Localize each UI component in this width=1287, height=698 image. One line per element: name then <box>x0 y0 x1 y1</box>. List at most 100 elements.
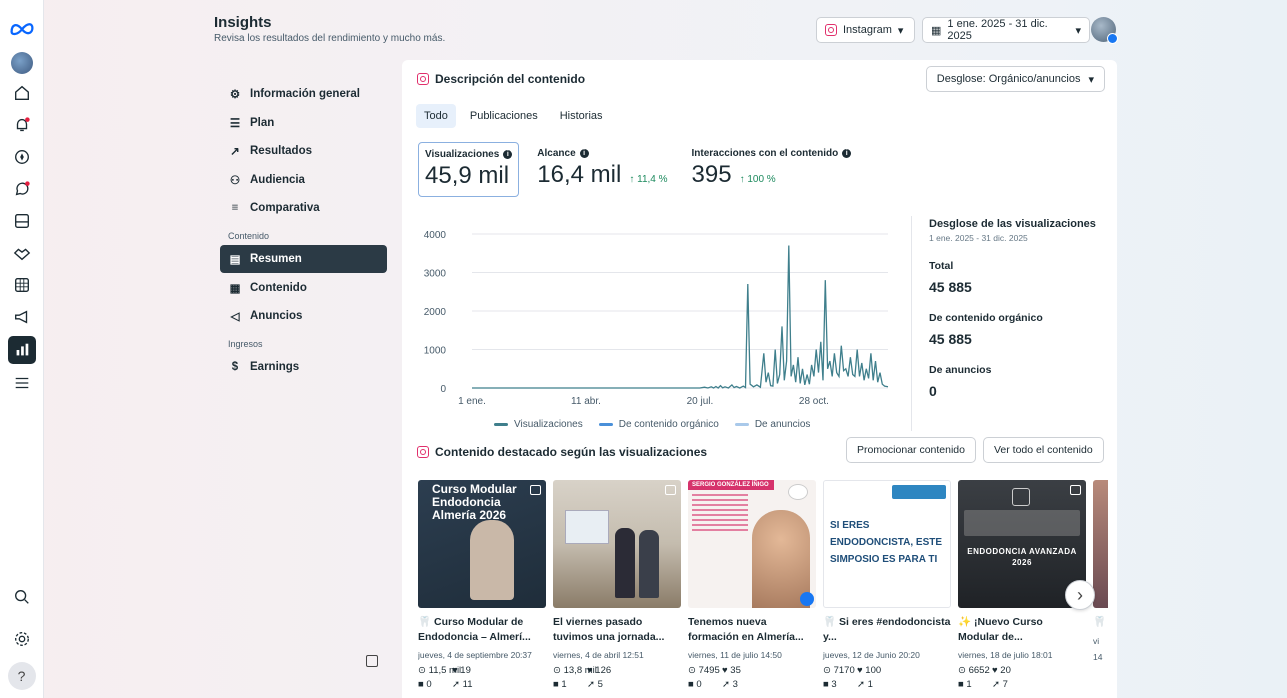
metric-value: 45,9 mil <box>425 162 510 189</box>
post-card[interactable]: SI ERES ENDODONCISTA, ESTE SIMPOSIO ES P… <box>823 480 951 690</box>
nav-item-results[interactable]: ↗ Resultados <box>220 137 387 165</box>
user-avatar[interactable] <box>1091 17 1118 44</box>
next-posts-button[interactable]: › <box>1065 580 1095 610</box>
trend-icon: ↗ <box>230 146 240 159</box>
post-thumbnail[interactable]: SI ERES ENDODONCISTA, ESTE SIMPOSIO ES P… <box>823 480 951 608</box>
metric-views[interactable]: Visualizaciones i 45,9 mil <box>418 142 520 197</box>
collapse-sidebar-icon[interactable] <box>366 655 378 667</box>
x-tick-label: 20 jul. <box>687 396 714 407</box>
post-card[interactable]: Curso Modular Endodoncia Almería 2026 🦷 … <box>418 480 546 690</box>
metric-interactions[interactable]: Interacciones con el contenido i 395 ↑ 100… <box>686 142 858 197</box>
y-tick-label: 2000 <box>424 307 447 318</box>
organic-value: 45 885 <box>929 331 972 347</box>
person-image <box>470 520 514 600</box>
legend-item[interactable]: De contenido orgánico <box>598 419 719 430</box>
nav-item-content[interactable]: ▦ Contenido <box>220 274 387 302</box>
likes-stat: ♥ 100 <box>857 665 882 677</box>
info-icon[interactable]: i <box>503 150 513 159</box>
info-icon[interactable]: i <box>579 149 589 158</box>
handshake-icon[interactable] <box>9 240 35 266</box>
table-icon[interactable] <box>9 272 35 298</box>
nav-item-plan[interactable]: ☰ Plan <box>220 109 387 137</box>
nav-label: Earnings <box>250 360 300 373</box>
facebook-icon <box>800 592 814 606</box>
featured-posts: Curso Modular Endodoncia Almería 2026 🦷 … <box>418 480 1108 698</box>
nav-item-ads[interactable]: ◁ Anuncios <box>220 302 387 330</box>
date-range-select[interactable]: ▦ 1 ene. 2025 - 31 dic. 2025 ▾ <box>922 17 1090 43</box>
platform-label: Instagram <box>843 24 892 36</box>
likes-stat: ♥ 126 <box>587 665 612 677</box>
info-icon[interactable]: i <box>842 149 852 158</box>
platform-select[interactable]: Instagram ▾ <box>816 17 915 43</box>
divider <box>911 216 912 431</box>
megaphone-icon[interactable] <box>9 304 35 330</box>
post-thumbnail[interactable]: SERGIO GONZÁLEZ ÍÑIGO <box>688 480 816 608</box>
section-title: Descripción del contenido <box>417 72 585 86</box>
comments-stat: ■ 0 <box>418 679 432 691</box>
messages-icon[interactable] <box>9 176 35 202</box>
likes-value: 19 <box>460 665 471 677</box>
post-stats: ⊙ 13,8 mil ♥ 126 ■ 1 ➚ 5 <box>553 665 681 690</box>
post-thumbnail[interactable] <box>553 480 681 608</box>
tab-all[interactable]: Todo <box>416 104 456 128</box>
post-card[interactable]: SERGIO GONZÁLEZ ÍÑIGO Tenemos nueva form… <box>688 480 816 690</box>
breakdown-label: Desglose: Orgánico/anuncios <box>936 73 1081 85</box>
post-thumbnail[interactable] <box>1093 480 1108 608</box>
legend-item[interactable]: De anuncios <box>734 419 810 430</box>
post-date: viernes, 4 de abril 12:51 <box>553 650 644 661</box>
grid-icon: ▦ <box>229 282 241 295</box>
network-icon: ⚙ <box>229 89 241 101</box>
shares-stat: ➚ 7 <box>992 679 1008 691</box>
shares-stat: ➚ 11 <box>452 679 473 691</box>
post-thumbnail[interactable]: Curso Modular Endodoncia Almería 2026 <box>418 480 546 608</box>
nav-section-content: Contenido <box>228 230 270 241</box>
logo-image <box>1012 488 1030 506</box>
total-value: 45 885 <box>929 279 972 295</box>
chevron-down-icon: ▾ <box>1088 73 1094 86</box>
comments-value: 1 <box>561 679 567 691</box>
legend-item[interactable]: Visualizaciones <box>494 419 583 430</box>
help-icon[interactable]: ? <box>7 662 36 690</box>
metric-reach[interactable]: Alcance i 16,4 mil ↑ 11,4 % <box>531 142 673 197</box>
post-card[interactable]: 🦷 el vi 14 <box>1093 480 1108 662</box>
carousel-icon <box>1070 485 1081 495</box>
menu-icon[interactable] <box>9 370 35 396</box>
post-stats: ⊙ 11,5 mil ♥ 19 ■ 0 ➚ 11 <box>418 665 546 690</box>
view-all-content-button[interactable]: Ver todo el contenido <box>983 437 1104 463</box>
breakdown-select[interactable]: Desglose: Orgánico/anuncios ▾ <box>925 66 1105 92</box>
legend-label: Visualizaciones <box>514 419 583 430</box>
meta-logo-icon[interactable] <box>9 18 35 38</box>
settings-icon[interactable] <box>9 626 35 652</box>
insights-nav: ⚙ Información general ☰ Plan ↗ Resultados ⚇… <box>220 80 387 381</box>
likes-value: 100 <box>865 665 882 677</box>
legend-swatch <box>494 423 508 426</box>
post-title: Tenemos nueva formación en Almería... <box>688 616 804 643</box>
post-card[interactable]: El viernes pasado tuvimos una jornada...… <box>553 480 681 690</box>
nav-item-compare[interactable]: ≡ Comparativa <box>220 194 387 222</box>
notifications-icon[interactable] <box>9 112 35 138</box>
nav-item-summary[interactable]: ▤ Resumen <box>220 244 387 273</box>
likes-stat: ♥ 35 <box>722 665 741 677</box>
promote-content-button[interactable]: Promocionar contenido <box>846 437 976 463</box>
metric-label: Alcance <box>537 148 576 159</box>
nav-item-earnings[interactable]: $ Earnings <box>220 353 387 381</box>
megaphone-icon: ◁ <box>230 311 240 324</box>
legend-swatch <box>598 423 613 426</box>
home-icon[interactable] <box>9 80 35 106</box>
likes-stat: ♥ 19 <box>452 665 471 677</box>
page-avatar[interactable] <box>10 52 33 74</box>
ads-value: 0 <box>929 383 937 399</box>
tab-stories[interactable]: Historias <box>552 104 611 128</box>
post-card[interactable]: ENDODONCIA AVANZADA 2026 ✨ ¡Nuevo Curso … <box>958 480 1086 690</box>
insights-icon[interactable] <box>7 336 36 364</box>
tab-posts[interactable]: Publicaciones <box>462 104 546 128</box>
compass-icon[interactable] <box>9 144 35 170</box>
nav-label: Anuncios <box>250 310 303 323</box>
post-stats: ⊙ 7170 ♥ 100 ■ 3 ➚ 1 <box>823 665 951 690</box>
nav-item-overview[interactable]: ⚙ Información general <box>220 80 387 108</box>
search-icon[interactable] <box>9 584 35 610</box>
nav-item-audience[interactable]: ⚇ Audiencia <box>220 166 387 194</box>
posts-icon[interactable] <box>9 208 35 234</box>
comments-value: 0 <box>696 679 702 691</box>
shares-stat: ➚ 1 <box>857 679 873 691</box>
